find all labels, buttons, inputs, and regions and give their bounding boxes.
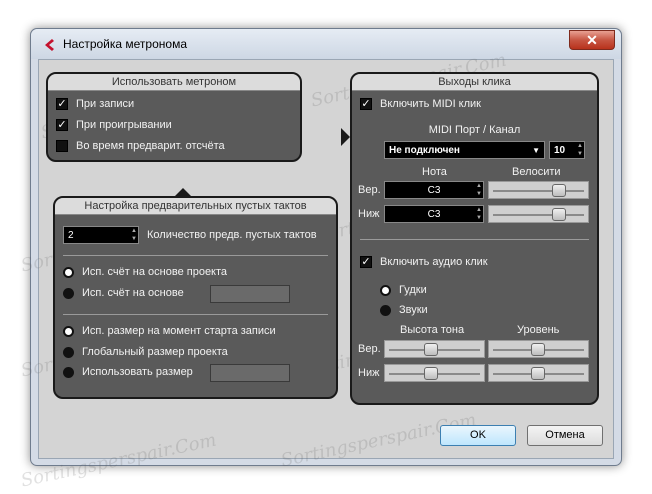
use-metronome-header: Использовать метроном <box>48 74 300 91</box>
spin-arrows-icon[interactable]: ▲ ▼ <box>576 142 584 158</box>
spin-arrows-icon[interactable]: ▲ ▼ <box>130 227 138 243</box>
title-bar[interactable]: Настройка метронома ✕ <box>31 29 621 59</box>
checkbox-unchecked-icon <box>56 140 68 152</box>
signature-record-start-radio[interactable]: Исп. размер на момент старта записи <box>63 325 276 337</box>
on-record-checkbox[interactable]: ✓ При записи <box>56 98 134 110</box>
radio-unselected-icon <box>63 346 74 358</box>
low-row-label: Ниж <box>358 367 380 379</box>
divider <box>360 239 589 240</box>
tempo-project-label: Исп. счёт на основе проекта <box>82 266 228 278</box>
high-note-value: C3 <box>427 185 441 196</box>
audio-click-label: Включить аудио клик <box>380 256 488 268</box>
cancel-button[interactable]: Отмена <box>527 425 603 446</box>
click-outputs-header: Выходы клика <box>352 74 597 91</box>
divider <box>63 314 328 315</box>
high-note-field[interactable]: C3 ▲ ▼ <box>384 181 484 199</box>
slider-thumb[interactable] <box>531 367 545 380</box>
midi-port-select[interactable]: Не подключен ▼ <box>384 141 545 159</box>
beeps-label: Гудки <box>399 284 427 296</box>
ok-button[interactable]: OK <box>440 425 516 446</box>
high-level-slider[interactable] <box>488 340 589 358</box>
dropdown-arrow-icon: ▼ <box>532 146 540 155</box>
midi-channel-field[interactable]: 10 ▲ ▼ <box>549 141 585 159</box>
on-playback-label: При проигрывании <box>76 119 172 131</box>
precount-bars-field[interactable]: 2 ▲ ▼ <box>63 226 139 244</box>
slider-thumb[interactable] <box>531 343 545 356</box>
checkbox-checked-icon: ✓ <box>360 256 372 268</box>
arrow-right-icon <box>341 128 350 146</box>
click-outputs-panel: Выходы клика ✓ Включить MIDI клик MIDI П… <box>350 72 599 405</box>
signature-global-radio[interactable]: Глобальный размер проекта <box>63 346 228 358</box>
low-velocity-slider[interactable] <box>488 205 589 223</box>
watermark-text: Sortingsperspair.Com <box>18 429 219 492</box>
radio-selected-icon <box>63 266 74 278</box>
divider <box>63 255 328 256</box>
tempo-custom-field[interactable] <box>210 285 290 303</box>
midi-click-label: Включить MIDI клик <box>380 98 481 110</box>
high-velocity-slider[interactable] <box>488 181 589 199</box>
audio-click-checkbox[interactable]: ✓ Включить аудио клик <box>360 256 488 268</box>
signature-custom-label: Использовать размер <box>82 366 193 378</box>
high-row-label: Вер. <box>358 343 381 355</box>
midi-click-checkbox[interactable]: ✓ Включить MIDI клик <box>360 98 481 110</box>
checkbox-checked-icon: ✓ <box>56 98 68 110</box>
low-note-value: C3 <box>427 209 441 220</box>
on-playback-checkbox[interactable]: ✓ При проигрывании <box>56 119 172 131</box>
low-note-field[interactable]: C3 ▲ ▼ <box>384 205 484 223</box>
high-row-label: Вер. <box>358 184 381 196</box>
radio-selected-icon <box>380 284 391 296</box>
metronome-settings-window: Настройка метронома ✕ Sortingsperspair.C… <box>19 28 622 491</box>
velocity-column-label: Велосити <box>512 166 561 178</box>
slider-thumb[interactable] <box>552 184 566 197</box>
signature-record-start-label: Исп. размер на момент старта записи <box>82 325 276 337</box>
panel-connector <box>175 188 191 196</box>
radio-unselected-icon <box>380 304 391 316</box>
checkbox-checked-icon: ✓ <box>360 98 372 110</box>
pitch-column-label: Высота тона <box>400 324 465 336</box>
spin-arrows-icon[interactable]: ▲ ▼ <box>475 182 483 198</box>
signature-custom-radio[interactable]: Использовать размер <box>63 366 193 378</box>
during-precount-checkbox[interactable]: Во время предварит. отсчёта <box>56 140 225 152</box>
dialog-body: Sortingsperspair.Com Sortingsperspair.Co… <box>19 50 614 491</box>
note-column-label: Нота <box>422 166 447 178</box>
tempo-project-radio[interactable]: Исп. счёт на основе проекта <box>63 266 227 278</box>
radio-selected-icon <box>63 325 74 337</box>
use-metronome-panel: Использовать метроном ✓ При записи ✓ При… <box>46 72 302 162</box>
low-row-label: Ниж <box>358 208 380 220</box>
tempo-custom-label: Исп. счёт на основе <box>82 287 184 299</box>
sounds-label: Звуки <box>399 304 428 316</box>
on-record-label: При записи <box>76 98 135 110</box>
during-precount-label: Во время предварит. отсчёта <box>76 140 225 152</box>
slider-thumb[interactable] <box>552 208 566 221</box>
window-title: Настройка метронома <box>63 37 188 51</box>
sounds-radio[interactable]: Звуки <box>380 304 428 316</box>
precount-bars-value: 2 <box>68 230 74 241</box>
radio-unselected-icon <box>63 366 74 378</box>
slider-thumb[interactable] <box>424 367 438 380</box>
spin-arrows-icon[interactable]: ▲ ▼ <box>475 206 483 222</box>
midi-channel-value: 10 <box>554 145 566 156</box>
signature-global-label: Глобальный размер проекта <box>82 346 228 358</box>
tempo-custom-radio[interactable]: Исп. счёт на основе <box>63 287 184 299</box>
low-pitch-slider[interactable] <box>384 364 485 382</box>
beeps-radio[interactable]: Гудки <box>380 284 427 296</box>
high-pitch-slider[interactable] <box>384 340 485 358</box>
midi-port-value: Не подключен <box>389 145 460 156</box>
cubase-logo-icon <box>45 39 54 51</box>
low-level-slider[interactable] <box>488 364 589 382</box>
level-column-label: Уровень <box>517 324 560 336</box>
precount-bars-label: Количество предв. пустых тактов <box>147 229 317 241</box>
radio-unselected-icon <box>63 287 74 299</box>
precount-header: Настройка предварительных пустых тактов <box>55 198 336 215</box>
slider-thumb[interactable] <box>424 343 438 356</box>
close-button[interactable]: ✕ <box>569 30 615 50</box>
precount-panel: Настройка предварительных пустых тактов … <box>53 196 338 399</box>
signature-custom-field[interactable] <box>210 364 290 382</box>
midi-port-label: MIDI Порт / Канал <box>428 124 521 136</box>
checkbox-checked-icon: ✓ <box>56 119 68 131</box>
